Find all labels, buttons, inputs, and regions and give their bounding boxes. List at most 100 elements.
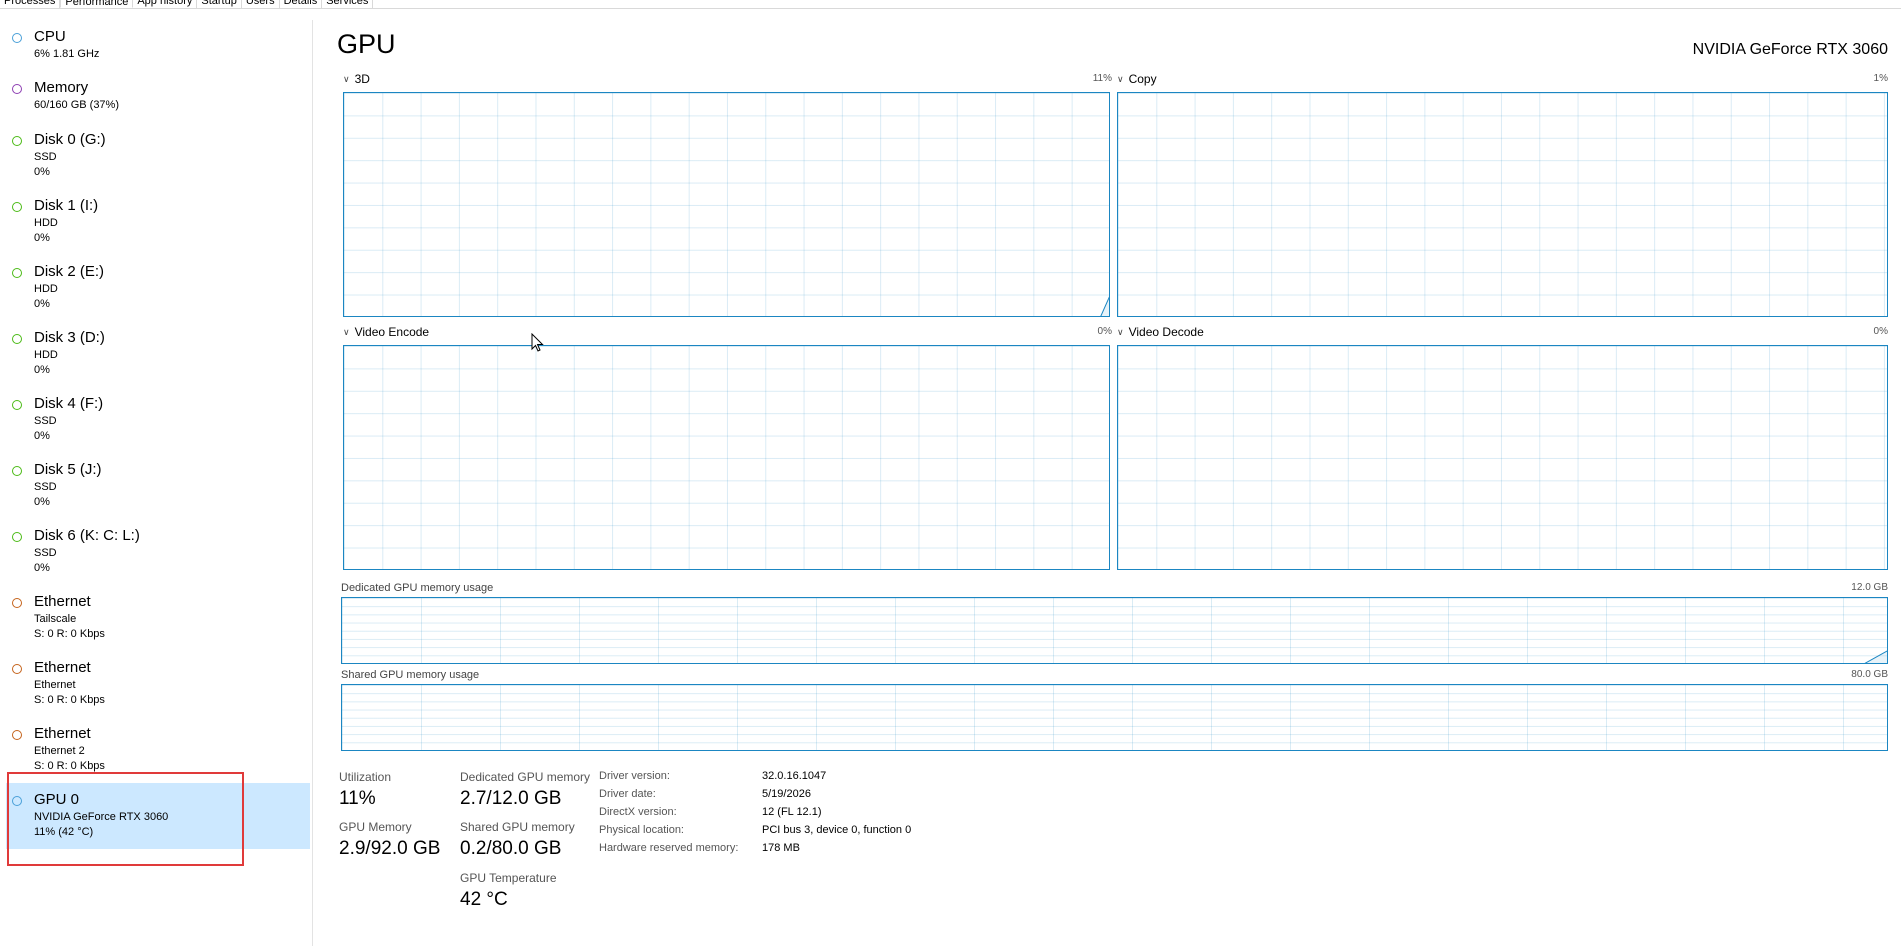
shared-gpu-memory-label: Shared GPU memory [460, 820, 575, 834]
sidebar-item-usage: 11% (42 °C) [34, 826, 94, 838]
sidebar-item-disk-0[interactable]: Disk 0 (G:) SSD 0% [6, 123, 310, 189]
mouse-pointer-icon [531, 333, 544, 352]
ethernet-status-icon [12, 598, 22, 608]
sidebar-item-type: SSD [34, 481, 57, 493]
cpu-status-icon [12, 33, 22, 43]
sidebar-item-title: Ethernet [34, 593, 91, 610]
graph-copy-line [1886, 315, 1887, 316]
dedicated-gpu-memory-label: Dedicated GPU memory [460, 770, 591, 784]
ethernet-status-icon [12, 730, 22, 740]
sidebar-item-title: GPU 0 [34, 791, 80, 808]
graph-video-encode-selector[interactable]: ∨ Video Encode [343, 325, 429, 340]
shared-memory-label: Shared GPU memory usage [341, 669, 480, 681]
gpu-model-name: NVIDIA GeForce RTX 3060 [1692, 41, 1888, 58]
tab-app-history[interactable]: App history [133, 0, 198, 8]
sidebar-item-type: SSD [34, 547, 57, 559]
chevron-down-icon: ∨ [343, 74, 350, 84]
tab-bar: Processes Performance App history Startu… [0, 0, 1901, 9]
resource-sidebar: CPU 6% 1.81 GHz Memory 60/160 GB (37%) D… [0, 20, 313, 946]
sidebar-item-throughput: S: 0 R: 0 Kbps [34, 760, 105, 772]
tab-performance[interactable]: Performance [60, 0, 134, 8]
sidebar-item-disk-5[interactable]: Disk 5 (J:) SSD 0% [6, 453, 310, 519]
sidebar-item-disk-6[interactable]: Disk 6 (K: C: L:) SSD 0% [6, 519, 310, 585]
sidebar-item-ethernet-tailscale[interactable]: Ethernet Tailscale S: 0 R: 0 Kbps [6, 585, 310, 651]
shared-memory-graph [341, 684, 1888, 751]
disk-status-icon [12, 202, 22, 212]
tab-startup[interactable]: Startup [197, 0, 242, 8]
sidebar-item-model: NVIDIA GeForce RTX 3060 [34, 811, 169, 823]
disk-status-icon [12, 466, 22, 476]
tab-services[interactable]: Services [322, 0, 374, 8]
sidebar-item-ethernet[interactable]: Ethernet Ethernet S: 0 R: 0 Kbps [6, 651, 310, 717]
gpu-memory-value: 2.9/92.0 GB [339, 838, 441, 859]
physical-location-key: Physical location: [599, 824, 684, 836]
chevron-down-icon: ∨ [343, 327, 350, 337]
dedicated-memory-max: 12.0 GB [1851, 582, 1888, 593]
sidebar-item-title: Disk 5 (J:) [34, 461, 102, 478]
sidebar-item-usage: 0% [34, 364, 50, 376]
sidebar-item-detail: 60/160 GB (37%) [34, 99, 119, 111]
sidebar-item-title: CPU [34, 28, 66, 45]
sidebar-item-gpu-0[interactable]: GPU 0 NVIDIA GeForce RTX 3060 11% (42 °C… [6, 783, 310, 849]
chevron-down-icon: ∨ [1117, 74, 1124, 84]
sidebar-item-detail: 6% 1.81 GHz [34, 48, 100, 60]
sidebar-item-disk-1[interactable]: Disk 1 (I:) HDD 0% [6, 189, 310, 255]
reserved-memory-value: 178 MB [762, 842, 800, 854]
driver-version-key: Driver version: [599, 770, 670, 782]
utilization-label: Utilization [339, 770, 392, 784]
sidebar-item-type: HDD [34, 217, 58, 229]
chevron-down-icon: ∨ [1117, 327, 1124, 337]
sidebar-item-usage: 0% [34, 496, 50, 508]
sidebar-item-ethernet-2[interactable]: Ethernet Ethernet 2 S: 0 R: 0 Kbps [6, 717, 310, 783]
graph-3d-percent: 11% [1092, 73, 1112, 84]
tab-users[interactable]: Users [242, 0, 280, 8]
graph-video-decode-percent: 0% [1873, 326, 1888, 337]
driver-version-value: 32.0.16.1047 [762, 770, 827, 782]
graph-video-decode [1117, 345, 1888, 570]
disk-status-icon [12, 400, 22, 410]
dedicated-memory-line [1864, 650, 1887, 663]
disk-status-icon [12, 268, 22, 278]
tab-details[interactable]: Details [280, 0, 323, 8]
graph-video-encode-percent: 0% [1097, 326, 1112, 337]
graph-3d [343, 92, 1110, 317]
sidebar-item-throughput: S: 0 R: 0 Kbps [34, 628, 105, 640]
sidebar-item-usage: 0% [34, 562, 50, 574]
sidebar-item-disk-2[interactable]: Disk 2 (E:) HDD 0% [6, 255, 310, 321]
directx-version-key: DirectX version: [599, 806, 677, 818]
sidebar-item-usage: 0% [34, 430, 50, 442]
sidebar-item-disk-4[interactable]: Disk 4 (F:) SSD 0% [6, 387, 310, 453]
sidebar-item-usage: 0% [34, 166, 50, 178]
sidebar-item-title: Ethernet [34, 725, 91, 742]
reserved-memory-key: Hardware reserved memory: [599, 842, 739, 854]
graph-3d-selector[interactable]: ∨ 3D [343, 72, 370, 87]
sidebar-item-adapter: Ethernet [34, 679, 76, 691]
gpu-memory-label: GPU Memory [339, 820, 412, 834]
sidebar-item-adapter: Tailscale [34, 613, 77, 625]
sidebar-item-type: SSD [34, 415, 57, 427]
graph-3d-label: 3D [354, 72, 370, 86]
sidebar-item-title: Disk 3 (D:) [34, 329, 105, 346]
shared-memory-max: 80.0 GB [1851, 669, 1888, 680]
driver-date-value: 5/19/2026 [762, 788, 811, 800]
disk-status-icon [12, 532, 22, 542]
graph-video-decode-label: Video Decode [1128, 325, 1204, 339]
disk-status-icon [12, 136, 22, 146]
sidebar-item-type: HDD [34, 283, 58, 295]
sidebar-item-adapter: Ethernet 2 [34, 745, 85, 757]
sidebar-item-type: SSD [34, 151, 57, 163]
memory-status-icon [12, 84, 22, 94]
tab-processes[interactable]: Processes [0, 0, 61, 8]
sidebar-item-title: Memory [34, 79, 89, 96]
sidebar-item-disk-3[interactable]: Disk 3 (D:) HDD 0% [6, 321, 310, 387]
sidebar-item-title: Disk 0 (G:) [34, 131, 106, 148]
dedicated-gpu-memory-value: 2.7/12.0 GB [460, 788, 562, 809]
ethernet-status-icon [12, 664, 22, 674]
graph-copy-selector[interactable]: ∨ Copy [1117, 72, 1157, 87]
graph-video-encode-label: Video Encode [354, 325, 430, 339]
gpu-status-icon [12, 796, 22, 806]
gpu-temperature-value: 42 °C [460, 889, 508, 910]
graph-video-decode-selector[interactable]: ∨ Video Decode [1117, 325, 1204, 340]
driver-date-key: Driver date: [599, 788, 656, 800]
sidebar-item-title: Disk 2 (E:) [34, 263, 105, 280]
